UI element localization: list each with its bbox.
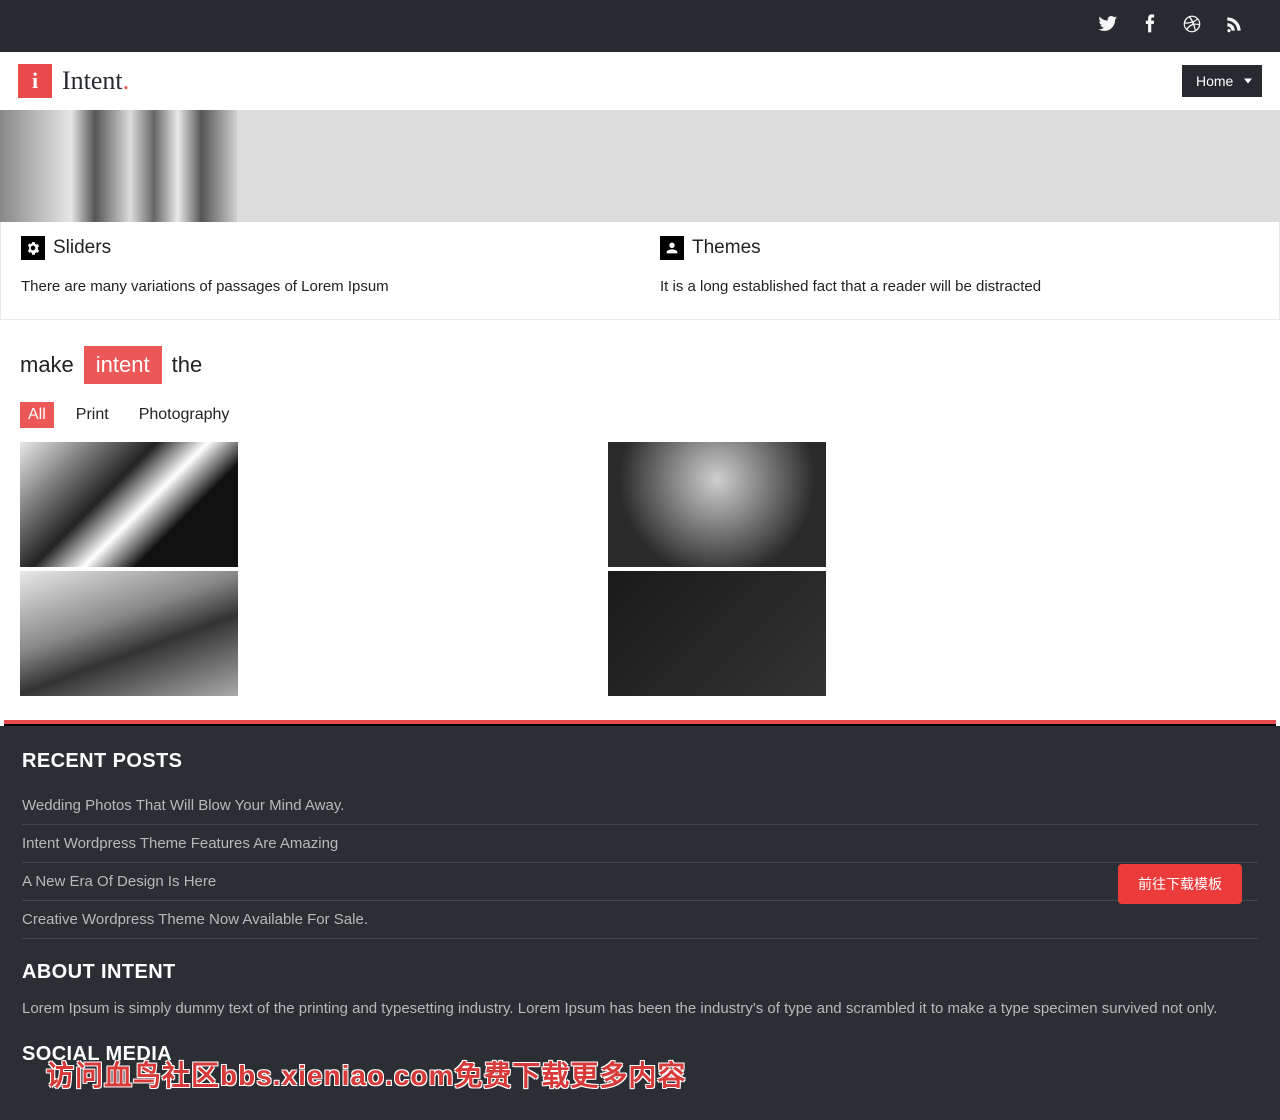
logo[interactable]: i Intent. bbox=[18, 64, 129, 98]
gallery-thumb[interactable] bbox=[608, 571, 826, 696]
recent-post-item[interactable]: Creative Wordpress Theme Now Available F… bbox=[22, 901, 1258, 939]
themes-panel: Themes It is a long established fact tha… bbox=[640, 222, 1279, 319]
gallery bbox=[0, 432, 1280, 720]
recent-post-item[interactable]: Wedding Photos That Will Blow Your Mind … bbox=[22, 787, 1258, 825]
hero-image bbox=[0, 110, 1280, 222]
sliders-text: There are many variations of passages of… bbox=[21, 278, 620, 295]
recent-post-item[interactable]: A New Era Of Design Is Here bbox=[22, 863, 1258, 901]
recent-posts-list: Wedding Photos That Will Blow Your Mind … bbox=[22, 787, 1258, 939]
gallery-thumb[interactable] bbox=[608, 442, 826, 567]
sliders-title: Sliders bbox=[53, 237, 111, 259]
logo-text: Intent. bbox=[62, 66, 129, 96]
rss-icon[interactable] bbox=[1224, 14, 1244, 38]
user-icon bbox=[660, 236, 684, 260]
intent-highlight: intent bbox=[84, 346, 162, 384]
filter-print[interactable]: Print bbox=[68, 402, 117, 428]
nav-select[interactable]: Home bbox=[1182, 65, 1262, 97]
themes-title: Themes bbox=[692, 237, 761, 259]
social-title: SOCIAL MEDIA bbox=[22, 1043, 1258, 1066]
intent-tagline: make intent the bbox=[0, 320, 1280, 392]
recent-post-item[interactable]: Intent Wordpress Theme Features Are Amaz… bbox=[22, 825, 1258, 863]
dribbble-icon[interactable] bbox=[1182, 14, 1202, 38]
header: i Intent. Home bbox=[0, 52, 1280, 110]
feature-panel: Sliders There are many variations of pas… bbox=[0, 222, 1280, 320]
footer: RECENT POSTS Wedding Photos That Will Bl… bbox=[0, 726, 1280, 1120]
download-template-button[interactable]: 前往下载模板 bbox=[1118, 864, 1242, 904]
gallery-filters: All Print Photography bbox=[0, 392, 1280, 432]
facebook-icon[interactable] bbox=[1140, 14, 1160, 38]
filter-all[interactable]: All bbox=[20, 402, 54, 428]
gallery-thumb[interactable] bbox=[20, 442, 238, 567]
filter-photography[interactable]: Photography bbox=[131, 402, 238, 428]
top-social-bar bbox=[0, 0, 1280, 52]
recent-posts-title: RECENT POSTS bbox=[22, 750, 1258, 773]
gallery-thumb[interactable] bbox=[20, 571, 238, 696]
nav-dropdown[interactable]: Home bbox=[1182, 65, 1262, 97]
sliders-panel: Sliders There are many variations of pas… bbox=[1, 222, 640, 319]
twitter-icon[interactable] bbox=[1098, 14, 1118, 38]
about-title: ABOUT INTENT bbox=[22, 961, 1258, 984]
themes-text: It is a long established fact that a rea… bbox=[660, 278, 1259, 295]
logo-badge: i bbox=[18, 64, 52, 98]
about-text: Lorem Ipsum is simply dummy text of the … bbox=[22, 998, 1258, 1021]
gear-icon bbox=[21, 236, 45, 260]
